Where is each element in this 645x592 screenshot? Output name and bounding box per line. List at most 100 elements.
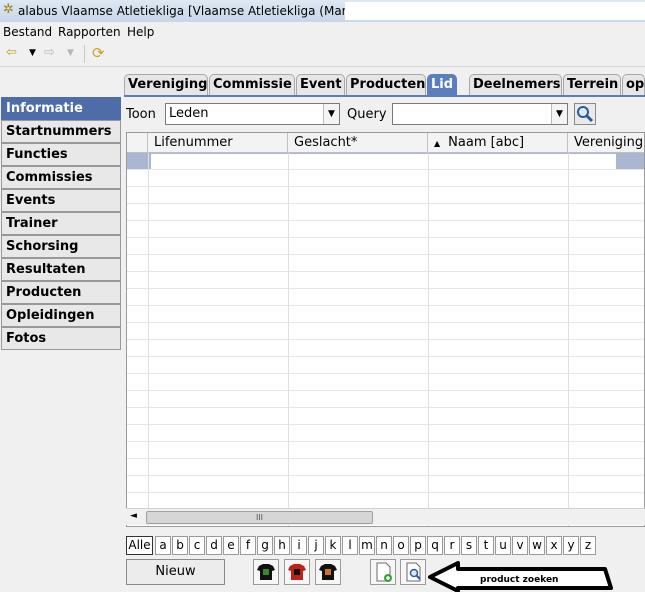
back-dropdown-icon[interactable]: ▼ [29,45,36,61]
sidebar-item-resultaten[interactable]: Resultaten [1,258,121,281]
forward-arrow-icon[interactable]: ⇨ [44,45,55,61]
query-select[interactable]: ▼ [392,103,568,125]
toon-select[interactable]: Leden ▼ [165,103,340,125]
letter-q[interactable]: q [427,536,443,555]
toon-label: Toon [126,107,156,122]
toolbar-separator [84,45,85,63]
letter-j[interactable]: j [308,536,324,555]
column-divider [568,153,569,526]
query-label: Query [347,107,387,122]
letter-f[interactable]: f [240,536,256,555]
horizontal-scrollbar[interactable]: ◄ III [126,508,645,525]
shirt-green-button[interactable] [253,559,279,585]
tab-lid[interactable]: Lid [427,74,457,95]
title-bar: ✲ alabus Vlaamse Atletiekliga [Vlaamse A… [0,0,645,22]
tab-commissie[interactable]: Commissie [209,74,295,95]
letter-y[interactable]: y [563,536,579,555]
sidebar-item-startnummers[interactable]: Startnummers [1,120,121,143]
tab-vereniging[interactable]: Vereniging [124,74,208,95]
sidebar-item-fotos[interactable]: Fotos [1,327,121,350]
toon-value: Leden [169,106,209,121]
product-search-button[interactable] [400,559,426,585]
sort-ascending-icon: ▲ [434,139,441,148]
scroll-left-icon[interactable]: ◄ [130,511,137,521]
search-icon [577,106,594,123]
refresh-icon[interactable]: ⟳ [92,45,105,61]
tab-deelnemers[interactable]: Deelnemers [469,74,562,95]
menu-help[interactable]: Help [127,25,154,39]
letter-k[interactable]: k [325,536,341,555]
sidebar-item-functies[interactable]: Functies [1,143,121,166]
back-arrow-icon[interactable]: ⇦ [6,45,17,61]
sidebar-item-opleidingen[interactable]: Opleidingen [1,304,121,327]
letter-r[interactable]: r [444,536,460,555]
letter-a[interactable]: a [155,536,171,555]
sidebar-item-commissies[interactable]: Commissies [1,166,121,189]
letter-z[interactable]: z [580,536,596,555]
shirt-red-button[interactable] [284,559,310,585]
sidebar: Informatie Startnummers Functies Commiss… [0,67,122,592]
sidebar-item-trainer[interactable]: Trainer [1,212,121,235]
column-header-geslacht[interactable]: Geslacht* [288,133,428,153]
shirt-red-icon [288,564,306,580]
shirt-orange-button[interactable] [315,559,341,585]
menu-rapporten[interactable]: Rapporten [58,25,121,39]
column-divider [428,153,429,526]
letter-v[interactable]: v [512,536,528,555]
column-divider [288,153,289,526]
letter-m[interactable]: m [359,536,375,555]
column-divider [148,153,149,526]
letter-w[interactable]: w [529,536,545,555]
letter-l[interactable]: l [342,536,358,555]
letter-x[interactable]: x [546,536,562,555]
menu-bestand[interactable]: Bestand [3,25,52,39]
sidebar-item-events[interactable]: Events [1,189,121,212]
letter-n[interactable]: n [376,536,392,555]
document-search-icon [406,562,421,582]
title-bar-blank-area [345,2,645,20]
menu-bar: Bestand Rapporten Help [0,22,645,41]
chevron-down-icon[interactable]: ▼ [323,104,339,124]
letter-s[interactable]: s [461,536,477,555]
add-document-icon [376,562,392,582]
shirt-orange-icon [319,564,337,580]
letter-h[interactable]: h [274,536,290,555]
letter-b[interactable]: b [172,536,188,555]
letter-d[interactable]: d [206,536,222,555]
toolbar: ⇦ ▼ ⇨ ▼ ⟳ [0,41,645,67]
letter-i[interactable]: i [291,536,307,555]
forward-dropdown-icon[interactable]: ▼ [67,45,74,61]
shirt-green-icon [257,564,275,580]
chevron-down-icon[interactable]: ▼ [551,104,567,124]
redacted-row-content [151,154,616,169]
tab-event[interactable]: Event [296,74,345,95]
annotation-label: product zoeken [480,575,559,585]
letter-u[interactable]: u [495,536,511,555]
tab-op[interactable]: op [622,74,645,95]
add-document-button[interactable] [370,559,396,585]
column-header-naam[interactable]: ▲ Naam [abc] [428,133,568,153]
search-button[interactable] [574,103,596,125]
new-button[interactable]: Nieuw [126,559,225,585]
letter-t[interactable]: t [478,536,494,555]
tab-underline [124,95,645,97]
letter-alle[interactable]: Alle [126,536,153,555]
members-table[interactable]: Lifenummer Geslacht* ▲ Naam [abc] Verenig… [126,132,645,527]
main-panel: Vereniging Commissie Event Producten Lid… [122,67,645,592]
letter-e[interactable]: e [223,536,239,555]
sidebar-item-schorsing[interactable]: Schorsing [1,235,121,258]
letter-o[interactable]: o [393,536,409,555]
column-header-lifenummer[interactable]: Lifenummer [148,133,288,153]
letter-p[interactable]: p [410,536,426,555]
tab-terrein[interactable]: Terrein [563,74,621,95]
app-logo-icon: ✲ [3,2,14,17]
column-header-vereniging[interactable]: Vereniging [568,133,644,153]
sidebar-item-producten[interactable]: Producten [1,281,121,304]
sidebar-item-informatie[interactable]: Informatie [1,97,121,120]
scrollbar-thumb[interactable]: III [146,511,373,524]
tab-producten[interactable]: Producten [346,74,426,95]
letter-c[interactable]: c [189,536,205,555]
letter-g[interactable]: g [257,536,273,555]
column-header-naam-label: Naam [abc] [448,135,525,150]
window-title: alabus Vlaamse Atletiekliga [Vlaamse Atl… [18,4,386,18]
